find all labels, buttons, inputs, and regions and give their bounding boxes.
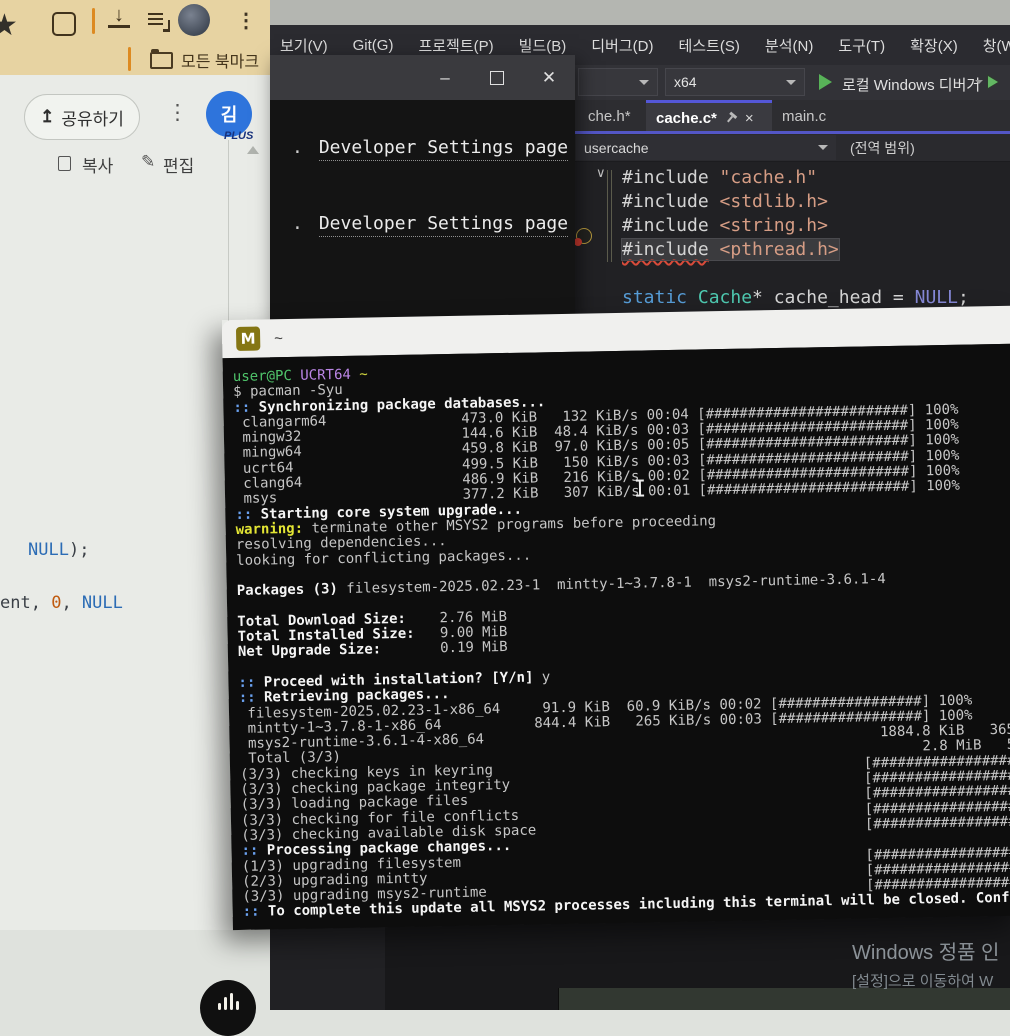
tab-label: che.h* [588,108,631,125]
menu-item[interactable]: 확장(X) [910,35,958,56]
menu-item[interactable]: 빌드(B) [519,35,567,56]
chevron-down-icon [786,80,796,85]
edit-pencil-icon: ✎ [141,152,155,172]
pin-icon[interactable] [724,111,738,125]
share-icon: ↥ [40,107,54,127]
platform-value: x64 [674,74,697,90]
list-item[interactable]: . Developer Settings page [292,213,568,237]
editor-tab[interactable]: main.c [772,100,846,133]
download-icon[interactable]: ↓ [108,6,130,32]
vs-titlebar-glare [270,0,1010,25]
developer-settings-window: – ✕ . Developer Settings page. Developer S… [270,55,575,323]
scope-dropdown[interactable]: (전역 범위) [840,135,1008,160]
menu-item[interactable]: 분석(N) [765,35,813,56]
code-line [622,262,1010,286]
code-line: #include <pthread.h> [622,238,1010,262]
menu-item[interactable]: 테스트(S) [678,35,739,56]
page-code-snippet: ent, 0, NULL [0,593,123,613]
browser-toolbar: ★ ↓ ⋮ 모든 북마크 [0,0,270,75]
scroll-up-arrow[interactable] [247,146,259,154]
debug-button[interactable]: 로컬 Windows 디버거 [842,74,980,95]
indent-guide [611,170,612,262]
close-button[interactable]: ✕ [523,55,575,100]
start-debug-icon[interactable] [819,74,832,90]
bullet: . [292,213,303,234]
copy-button[interactable]: 복사 [82,152,113,177]
content-divider [228,140,229,322]
page-more-icon[interactable]: ⋮ [167,100,188,125]
chevron-down-icon [639,80,649,85]
watermark-line1: Windows 정품 인 [852,936,1010,965]
terminal-lines: user@PC UCRT64 ~$ pacman -Syu:: Synchron… [233,356,1010,921]
configuration-dropdown[interactable] [578,68,658,96]
code-line: #include "cache.h" [622,166,1010,190]
maximize-button[interactable] [471,55,523,100]
mintty-terminal-window: M ~ user@PC UCRT64 ~$ pacman -Syu:: Sync… [222,306,1010,930]
share-label: 공유하기 [61,105,124,130]
list-item[interactable]: . Developer Settings page [292,137,568,161]
symbol-dropdown[interactable]: usercache [576,135,836,160]
folder-icon [150,52,173,69]
menu-item[interactable]: Git(G) [353,37,394,54]
editor-tab[interactable]: cache.c* × [646,100,772,133]
browser-menu-icon[interactable]: ⋮ [236,8,256,33]
bullet: . [292,137,303,158]
vs-navigation-bar: usercache (전역 범위) [575,134,1010,162]
menu-item[interactable]: 디버그(D) [591,35,653,56]
voice-widget-button[interactable] [200,980,256,1036]
editor-tab[interactable]: che.h* [578,100,646,133]
menu-item[interactable]: 도구(T) [838,35,885,56]
download-arrow: ↓ [108,6,130,24]
minimize-button[interactable]: – [419,55,471,100]
text-cursor-ibeam [639,481,641,496]
tab-label: cache.c* [656,110,717,127]
code-line: #include <stdlib.h> [622,190,1010,214]
toolbar-divider [92,8,95,34]
share-button[interactable]: ↥ 공유하기 [24,94,140,140]
close-tab-icon[interactable]: × [745,110,754,127]
edit-button[interactable]: 편집 [163,152,194,177]
all-bookmarks-label[interactable]: 모든 북마크 [181,48,259,72]
symbol-value: usercache [584,140,649,156]
menu-item[interactable]: 프로젝트(P) [418,35,493,56]
page-code-snippet: NULL); [28,540,89,560]
link-text[interactable]: Developer Settings page [319,213,568,237]
watermark-line2: [설정]으로 이동하여 W [852,970,1010,991]
code-line: #include <string.h> [622,214,1010,238]
start-without-debug-icon[interactable] [987,74,1000,90]
windows-activation-watermark: Windows 정품 인 [설정]으로 이동하여 W [852,936,1010,991]
menu-item[interactable]: 창(W) [983,35,1010,56]
tab-label: main.c [782,108,826,125]
terminal-title: ~ [274,330,283,347]
indent-guide [607,170,608,262]
bookmark-divider [128,47,131,71]
msys2-icon: M [236,326,260,350]
window-edge-strip [558,988,1010,1010]
copy-icon [58,156,71,171]
fold-arrow-icon[interactable]: ∨ [596,165,606,181]
extension-icon[interactable] [52,12,76,36]
chevron-down-icon [975,80,983,84]
popup-link-list: . Developer Settings page. Developer Setti… [292,137,568,289]
diagnostic-error-icon[interactable] [576,228,592,244]
playlist-icon[interactable] [148,10,170,32]
browser-profile-avatar[interactable] [178,4,210,36]
popup-titlebar[interactable]: – ✕ [270,55,575,100]
star-icon: ★ [0,8,18,43]
scope-value: (전역 범위) [850,138,915,158]
terminal-output[interactable]: user@PC UCRT64 ~$ pacman -Syu:: Synchron… [223,344,1010,930]
platform-dropdown[interactable]: x64 [665,68,805,96]
chevron-down-icon [818,145,828,150]
link-text[interactable]: Developer Settings page [319,137,568,161]
menu-item[interactable]: 보기(V) [280,35,328,56]
